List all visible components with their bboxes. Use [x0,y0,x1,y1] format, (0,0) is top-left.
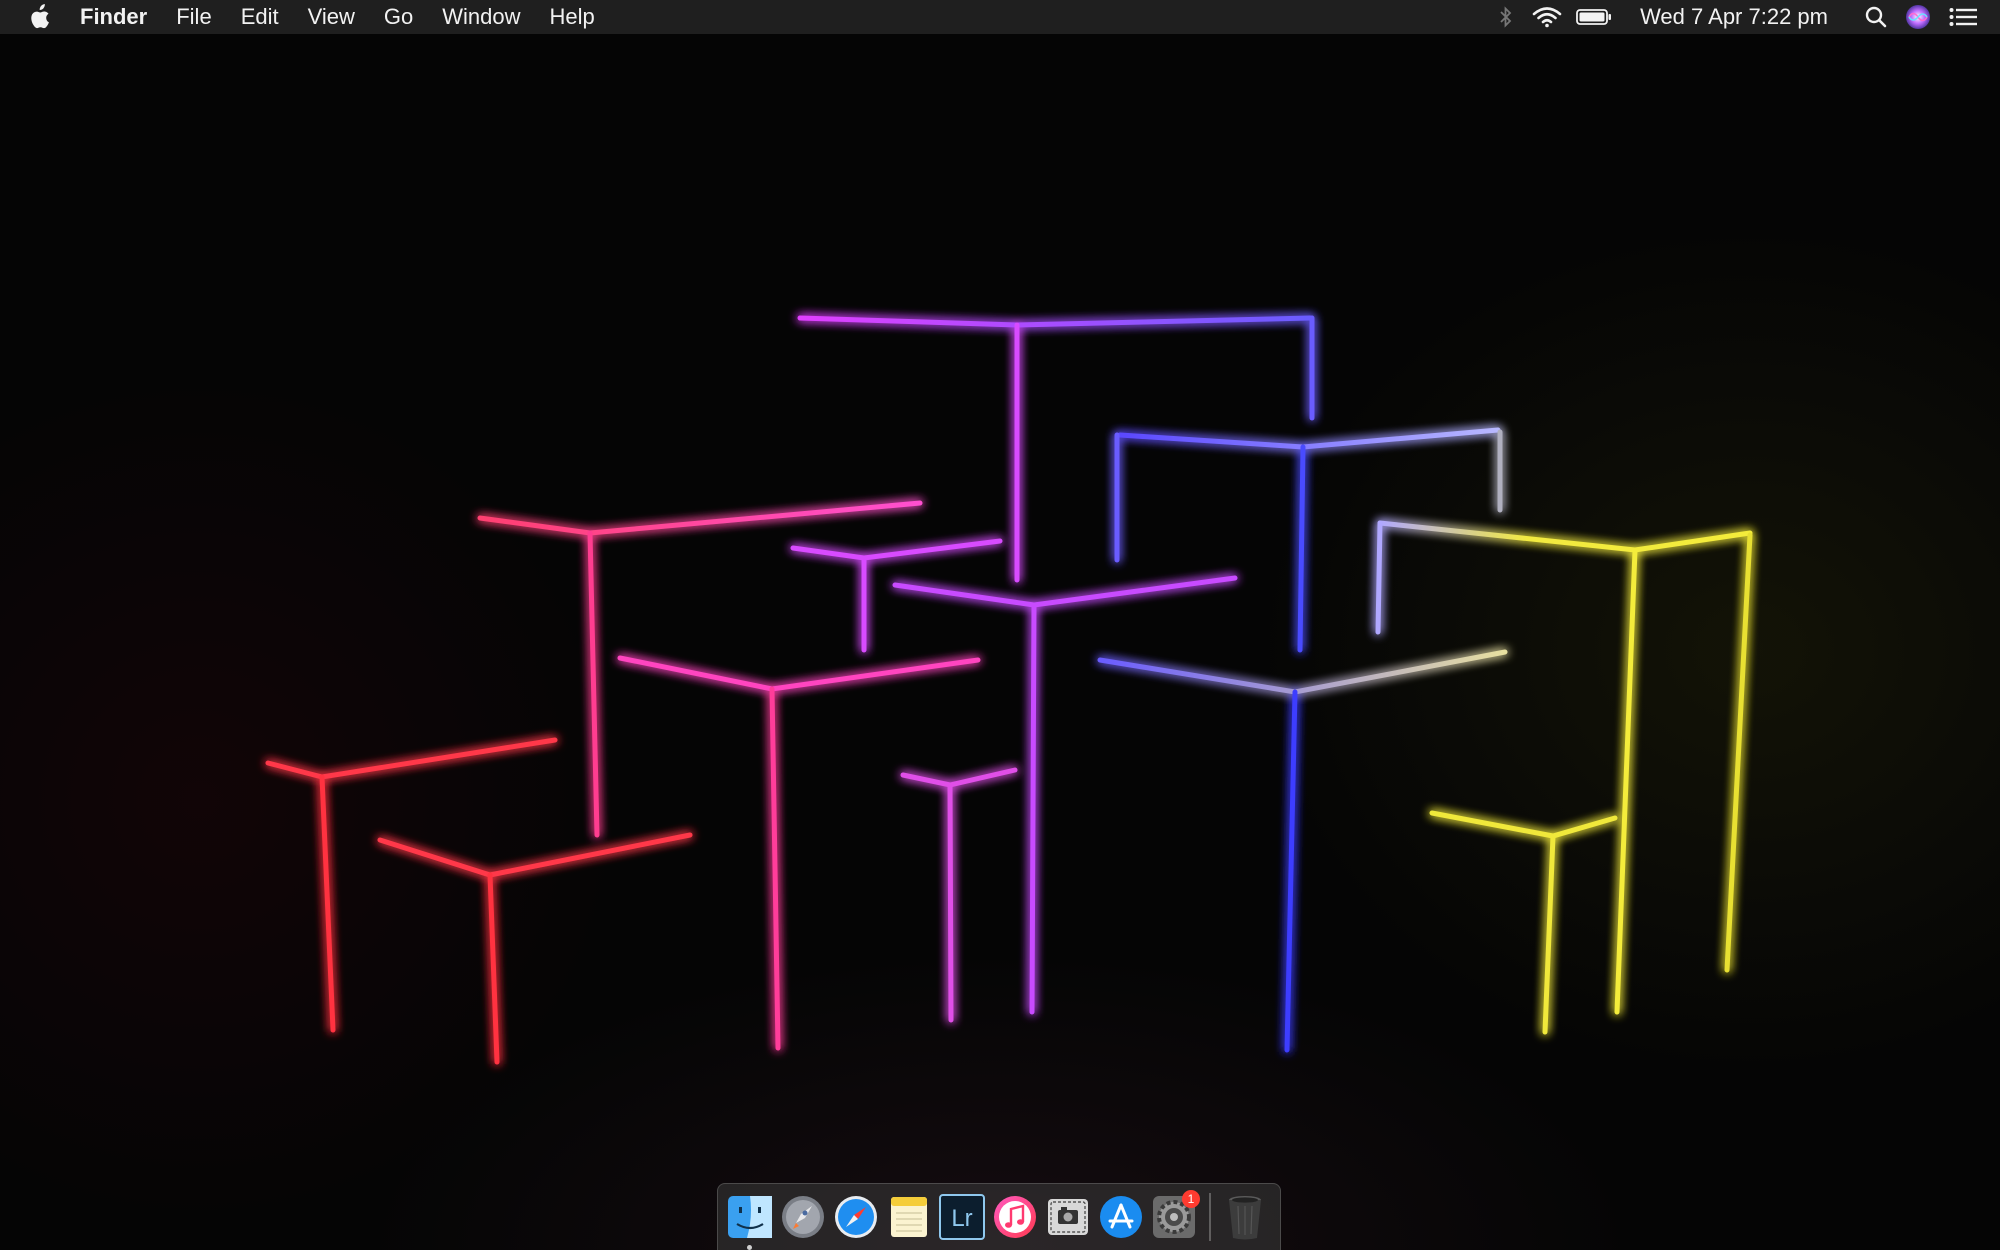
neon-edge [487,872,500,1065]
itunes-icon [993,1196,1036,1238]
neon-edge [1377,520,1753,553]
notification-badge: 1 [1182,1189,1200,1208]
safari-icon [834,1196,877,1238]
neon-edge [790,538,1003,561]
svg-text:Lr: Lr [951,1205,972,1232]
dock-app-store-icon[interactable] [1097,1194,1144,1241]
go-menu[interactable]: Go [384,0,413,34]
neon-edge [587,530,600,838]
dock-trash-icon[interactable] [1221,1194,1268,1241]
lightroom-icon: Lr [938,1194,985,1240]
neon-edge [900,767,1018,788]
menu-bar-clock[interactable]: Wed 7 Apr 7:22 pm [1640,4,1828,30]
window-menu[interactable]: Window [442,0,520,34]
app-name-menu[interactable]: Finder [80,0,147,34]
file-menu[interactable]: File [176,0,211,34]
dock-finder-icon[interactable] [726,1194,773,1250]
screenshot-icon [1047,1199,1088,1235]
neon-edge [1375,520,1383,635]
neon-edge [477,500,923,536]
dock: Lr 1 [717,1183,1281,1250]
dock-screenshot-icon[interactable] [1044,1194,1091,1241]
neon-edge [1724,532,1753,973]
notes-icon [890,1197,927,1237]
desktop[interactable]: Finder File Edit View Go Window Help Wed… [0,0,2000,1250]
neon-edge [1614,547,1638,1015]
finder-icon [727,1196,772,1238]
trash-icon [1228,1196,1261,1240]
edit-menu[interactable]: Edit [241,0,279,34]
dock-divider [1209,1193,1211,1241]
dock-lightroom-icon[interactable]: Lr [938,1194,985,1241]
neon-edge [797,315,1313,328]
neon-edge [265,737,558,780]
neon-edge [319,774,336,1033]
dock-system-preferences-icon[interactable]: 1 [1150,1189,1200,1241]
dock-itunes-icon[interactable] [991,1194,1038,1241]
neon-edge [1029,602,1037,1015]
dock-launchpad-icon[interactable] [779,1194,826,1241]
siri-icon[interactable] [1904,0,1932,34]
neon-edge [947,782,954,1023]
running-indicator [747,1244,752,1250]
neon-edge [377,832,693,878]
app-store-icon [1099,1196,1142,1238]
neon-edge [769,686,781,1051]
neon-edge [1297,444,1306,653]
view-menu[interactable]: View [308,0,355,34]
spotlight-search-icon[interactable] [1864,0,1888,34]
neon-edge [1097,649,1508,695]
battery-icon[interactable] [1574,0,1614,34]
neon-edge [1542,833,1556,1035]
wifi-icon[interactable] [1530,0,1564,34]
neon-edge [617,655,981,692]
dock-notes-icon[interactable] [885,1194,932,1241]
notification-center-icon[interactable] [1948,0,1978,34]
neon-edge [1284,689,1298,1053]
menu-bar: Finder File Edit View Go Window Help Wed… [0,0,2000,34]
help-menu[interactable]: Help [550,0,595,34]
wallpaper [265,315,1753,1065]
neon-edge [1429,810,1618,839]
bluetooth-icon[interactable] [1492,0,1520,34]
launchpad-icon [781,1196,824,1238]
neon-edge [1117,427,1501,450]
neon-edge [892,575,1238,608]
dock-safari-icon[interactable] [832,1194,879,1241]
apple-icon[interactable] [28,4,50,30]
